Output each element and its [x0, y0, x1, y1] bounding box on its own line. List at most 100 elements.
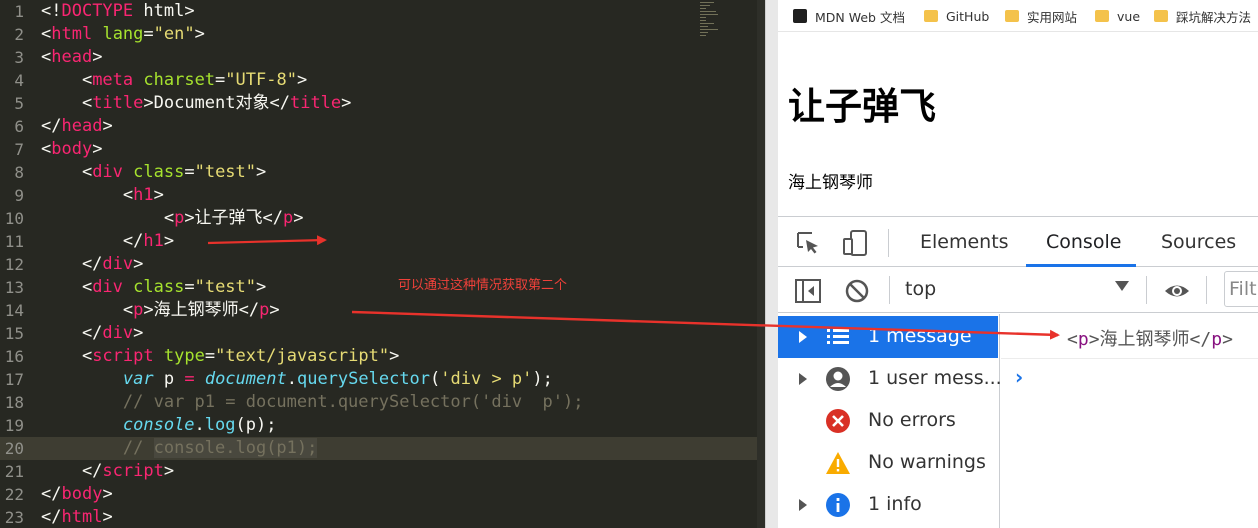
- code-token: </: [41, 323, 103, 343]
- code-line[interactable]: 6 </head>: [0, 115, 765, 138]
- code-token: >: [256, 162, 267, 182]
- bookmark-vue[interactable]: vue: [1095, 7, 1140, 25]
- line-number: 8: [14, 163, 24, 182]
- code-token: </: [41, 254, 103, 274]
- filter-input[interactable]: Filt: [1224, 271, 1258, 307]
- code-token: =: [204, 346, 216, 366]
- line-number: 7: [14, 140, 24, 159]
- code-line[interactable]: 4 <meta charset="UTF-8">: [0, 69, 765, 92]
- expand-arrow-icon[interactable]: [799, 331, 807, 343]
- code-line[interactable]: 5 <title>Document对象</title>: [0, 92, 765, 115]
- code-text: <html lang="en">: [41, 23, 205, 46]
- code-token: >: [102, 507, 113, 527]
- code-line[interactable]: 15 </div>: [0, 322, 765, 345]
- sidebar-item-user-messages[interactable]: 1 user mess...: [778, 358, 1002, 400]
- code-line[interactable]: 20 // console.log(p1);: [0, 437, 765, 460]
- context-selector[interactable]: top: [905, 278, 936, 300]
- line-number: 13: [4, 278, 24, 297]
- line-number: 14: [4, 301, 24, 320]
- bookmark-mdn[interactable]: MDN Web 文档: [793, 7, 905, 25]
- code-token: <: [41, 346, 93, 366]
- code-line[interactable]: 12 </div>: [0, 253, 765, 276]
- eye-icon[interactable]: [1163, 277, 1191, 305]
- line-number: 17: [4, 370, 24, 389]
- code-text: var p = document.querySelector('div > p'…: [41, 368, 553, 391]
- code-editor[interactable]: 23 </html> 22 </body> 21 </script> 20 // cons…: [0, 0, 765, 528]
- code-token: >: [92, 47, 103, 67]
- devtools-panel: Elements Console Sources top Filt 1 mess…: [778, 216, 1258, 528]
- bookmark-useful-sites[interactable]: 实用网站: [1005, 7, 1077, 25]
- code-token: .: [286, 369, 297, 389]
- code-line[interactable]: 7 <body>: [0, 138, 765, 161]
- expand-arrow-icon[interactable]: [799, 499, 807, 511]
- console-log-entry[interactable]: <p>海上钢琴师</p>: [1001, 314, 1258, 359]
- code-text: <div class="test">: [41, 276, 266, 299]
- code-token: </: [41, 484, 62, 504]
- code-line[interactable]: 13 <div class="test">: [0, 276, 765, 299]
- log-tag-name: p: [1077, 329, 1089, 350]
- code-token: console.log(p1);: [153, 438, 318, 458]
- code-token: </: [41, 116, 62, 136]
- expand-arrow-icon[interactable]: [799, 373, 807, 385]
- line-number: 1: [14, 2, 24, 21]
- code-line[interactable]: 2 <html lang="en">: [0, 23, 765, 46]
- tab-sources[interactable]: Sources: [1161, 231, 1236, 253]
- code-line[interactable]: 23 </html>: [0, 506, 765, 528]
- bookmark-label: GitHub: [946, 8, 990, 24]
- folder-icon: [1095, 10, 1109, 22]
- code-line[interactable]: 16 <script type="text/javascript">: [0, 345, 765, 368]
- code-token: h1: [143, 231, 164, 251]
- code-text: <script type="text/javascript">: [41, 345, 399, 368]
- log-element[interactable]: <p>海上钢琴师</p>: [1067, 325, 1233, 351]
- clear-console-icon[interactable]: [843, 277, 871, 305]
- sidebar-item-errors[interactable]: No errors: [778, 400, 998, 442]
- code-token: <: [41, 139, 52, 159]
- sidebar-item-messages[interactable]: 1 message: [778, 316, 998, 358]
- code-token: DOCTYPE: [61, 1, 134, 21]
- code-line[interactable]: 10 <p>让子弹飞</p>: [0, 207, 765, 230]
- bookmark-pitfalls[interactable]: 踩坑解决方法: [1154, 7, 1251, 25]
- device-toolbar-icon[interactable]: [841, 229, 869, 257]
- code-token: console: [122, 415, 195, 435]
- console-toolbar: top Filt: [778, 268, 1258, 313]
- page-heading: 让子弹飞: [788, 85, 936, 128]
- inspect-element-icon[interactable]: [794, 229, 822, 257]
- code-line[interactable]: 21 </script>: [0, 460, 765, 483]
- chevron-down-icon[interactable]: [1115, 281, 1129, 291]
- code-line[interactable]: 18 // var p1 = document.querySelector('d…: [0, 391, 765, 414]
- code-token: <: [41, 70, 93, 90]
- minimap[interactable]: [700, 2, 720, 46]
- code-line[interactable]: 1 <!DOCTYPE html>: [0, 0, 765, 23]
- console-prompt[interactable]: ›: [1015, 365, 1023, 389]
- sidebar-item-warnings[interactable]: No warnings: [778, 442, 998, 484]
- code-line[interactable]: 9 <h1>: [0, 184, 765, 207]
- code-line[interactable]: 14 <p>海上钢琴师</p>: [0, 299, 765, 322]
- code-token: <!: [41, 1, 62, 21]
- bookmark-github[interactable]: GitHub: [924, 7, 989, 25]
- editor-scrollbar[interactable]: [757, 0, 765, 528]
- code-line[interactable]: 17 var p = document.querySelector('div >…: [0, 368, 765, 391]
- sidebar-item-info[interactable]: 1 info: [778, 484, 998, 526]
- toolbar-separator: [1206, 276, 1207, 304]
- info-icon: [826, 493, 850, 517]
- annotation-text: 可以通过这种情况获取第二个: [398, 278, 568, 293]
- code-token: >: [256, 277, 267, 297]
- bookmark-label: 实用网站: [1027, 9, 1078, 25]
- tab-console[interactable]: Console: [1046, 231, 1121, 253]
- toolbar-separator: [888, 229, 889, 257]
- code-token: div: [102, 323, 134, 343]
- line-number: 11: [4, 232, 24, 251]
- code-token: <: [41, 208, 175, 228]
- code-line[interactable]: 8 <div class="test">: [0, 161, 765, 184]
- code-text: </h1>: [41, 230, 174, 253]
- code-token: charset: [143, 70, 216, 90]
- code-line[interactable]: 3 <head>: [0, 46, 765, 69]
- browser-window: MDN Web 文档 GitHub 实用网站 vue 踩坑解决方法 让子弹飞 海…: [778, 0, 1258, 528]
- code-line[interactable]: 22 </body>: [0, 483, 765, 506]
- code-line[interactable]: 19 console.log(p);: [0, 414, 765, 437]
- tab-elements[interactable]: Elements: [920, 231, 1009, 253]
- code-line[interactable]: 11 </h1>: [0, 230, 765, 253]
- sidebar-toggle-icon[interactable]: [794, 277, 822, 305]
